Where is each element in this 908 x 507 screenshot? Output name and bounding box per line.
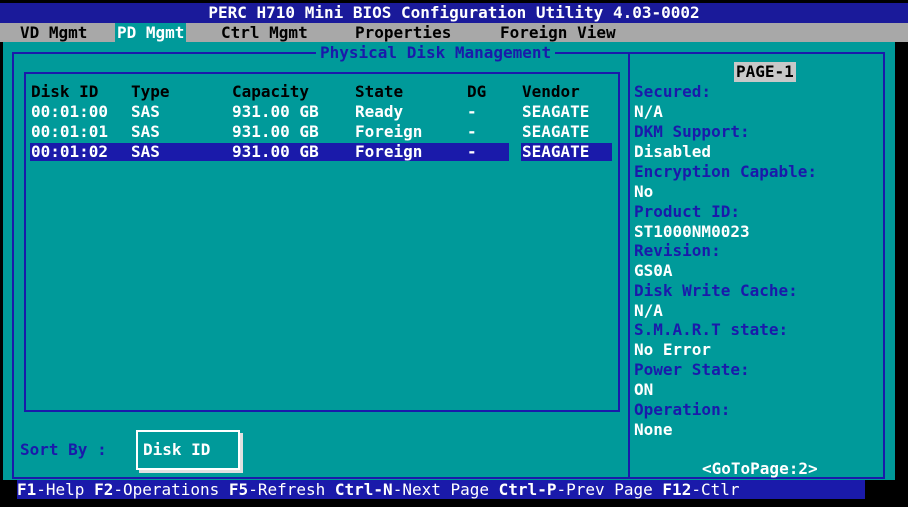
cell-state: Ready [355, 102, 404, 121]
prop-label-encryption-capable: Encryption Capable: [634, 162, 818, 181]
sort-by-value: Disk ID [143, 440, 211, 459]
cell-state: Foreign [355, 142, 423, 161]
cell-type: SAS [131, 122, 160, 141]
tab-foreign-view[interactable]: Foreign View [498, 23, 618, 42]
column-header-dg: DG [467, 82, 487, 101]
prop-label-product-id: Product ID: [634, 202, 740, 221]
cell-vendor: SEAGATE [522, 142, 590, 161]
column-header-disk-id: Disk ID [31, 82, 99, 101]
cell-capacity: 931.00 GB [232, 122, 319, 141]
tab-ctrl-mgmt[interactable]: Ctrl Mgmt [219, 23, 310, 42]
prop-value-dkm-support: Disabled [634, 142, 712, 161]
menu-bar: VD Mgmt PD Mgmt Ctrl Mgmt Properties For… [0, 23, 908, 42]
prop-label-smart-state: S.M.A.R.T state: [634, 320, 789, 339]
prop-value-secured: N/A [634, 102, 663, 121]
cell-disk-id: 00:01:01 [31, 122, 109, 141]
column-header-type: Type [131, 82, 170, 101]
prop-label-dkm-support: DKM Support: [634, 122, 750, 141]
cell-disk-id: 00:01:00 [31, 102, 109, 121]
prop-value-product-id: ST1000NM0023 [634, 222, 750, 241]
status-text-operations: -Operations [113, 480, 229, 499]
prop-label-secured: Secured: [634, 82, 712, 101]
cell-capacity: 931.00 GB [232, 142, 319, 161]
status-key-f12: F12 [662, 480, 692, 499]
cell-disk-id: 00:01:02 [31, 142, 109, 161]
page-indicator: PAGE-1 [734, 62, 796, 82]
cell-capacity: 931.00 GB [232, 102, 319, 121]
status-key-f1: F1 [17, 480, 37, 499]
column-header-capacity: Capacity [232, 82, 310, 101]
status-text-ctlr: -Ctlr [691, 480, 740, 499]
column-header-state: State [355, 82, 404, 101]
prop-value-operation: None [634, 420, 673, 439]
tab-vd-mgmt[interactable]: VD Mgmt [18, 23, 89, 42]
status-key-ctrl-n: Ctrl-N [334, 480, 393, 499]
status-text-help: -Help [36, 480, 95, 499]
prop-value-revision: GS0A [634, 261, 673, 280]
frame-right-border [883, 53, 885, 478]
column-header-vendor: Vendor [522, 82, 580, 101]
sort-by-label: Sort By : [20, 440, 107, 459]
cell-dg: - [467, 102, 477, 121]
prop-label-disk-write-cache: Disk Write Cache: [634, 281, 798, 300]
tab-pd-mgmt[interactable]: PD Mgmt [115, 23, 187, 42]
prop-label-power-state: Power State: [634, 360, 750, 379]
cell-dg: - [467, 142, 477, 161]
cell-state: Foreign [355, 122, 423, 141]
prop-value-disk-write-cache: N/A [634, 301, 663, 320]
window-title: PERC H710 Mini BIOS Configuration Utilit… [0, 3, 908, 23]
frame-left-border [12, 53, 14, 478]
prop-value-encryption-capable: No [634, 182, 654, 201]
cell-dg: - [467, 122, 477, 141]
prop-label-revision: Revision: [634, 241, 721, 260]
prop-label-operation: Operation: [634, 400, 731, 419]
status-bar: F1-Help F2-Operations F5-Refresh Ctrl-N-… [17, 480, 865, 499]
status-text-prev-page: -Prev Page [556, 480, 663, 499]
status-key-f2: F2 [94, 480, 114, 499]
prop-value-power-state: ON [634, 380, 654, 399]
panel-title: Physical Disk Management [316, 43, 556, 63]
panel-divider [628, 53, 630, 477]
status-key-f5: F5 [228, 480, 249, 499]
tab-properties[interactable]: Properties [353, 23, 453, 42]
prop-value-smart-state: No Error [634, 340, 712, 359]
cell-type: SAS [131, 102, 160, 121]
status-key-ctrl-p: Ctrl-P [498, 480, 557, 499]
cell-vendor: SEAGATE [522, 102, 590, 121]
status-text-next-page: -Next Page [392, 480, 499, 499]
cell-vendor: SEAGATE [522, 122, 590, 141]
status-text-refresh: -Refresh [248, 480, 335, 499]
cell-type: SAS [131, 142, 160, 161]
goto-page-link[interactable]: <GoToPage:2> [702, 459, 818, 479]
